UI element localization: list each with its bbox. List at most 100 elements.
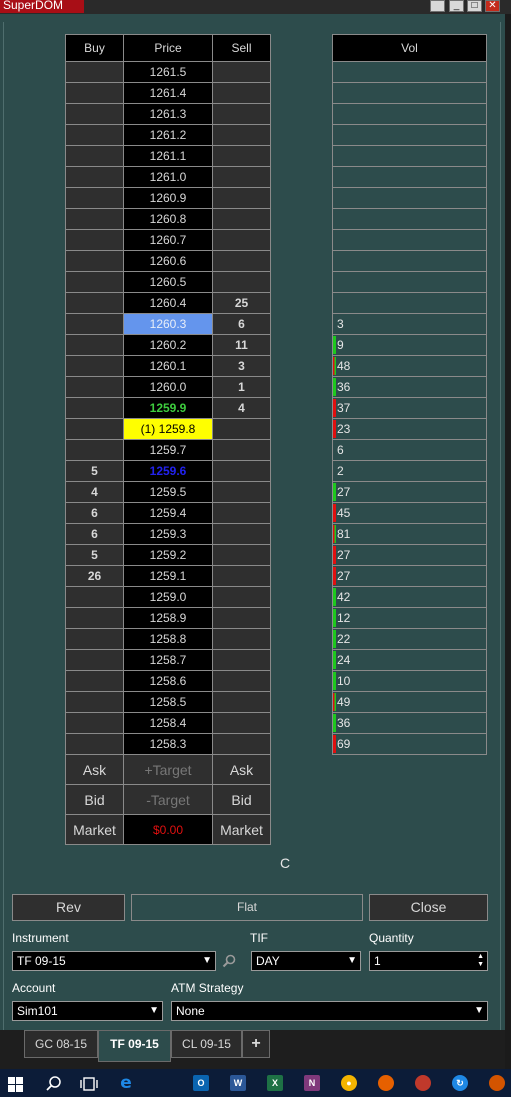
sell-cell[interactable]: [212, 733, 271, 755]
chrome-icon[interactable]: ●: [341, 1075, 357, 1091]
buy-cell[interactable]: [65, 334, 124, 356]
buy-cell[interactable]: 5: [65, 460, 124, 482]
sell-cell[interactable]: [212, 523, 271, 545]
tab-cl-09-15[interactable]: CL 09-15: [171, 1030, 242, 1058]
search-icon[interactable]: [222, 954, 236, 968]
sell-cell[interactable]: [212, 145, 271, 167]
buy-ask-button[interactable]: Ask: [65, 754, 124, 785]
edge-icon[interactable]: e: [118, 1075, 134, 1092]
sell-cell[interactable]: [212, 208, 271, 230]
buy-market-button[interactable]: Market: [65, 814, 124, 845]
buy-cell[interactable]: [65, 418, 124, 440]
sell-cell[interactable]: 4: [212, 397, 271, 419]
buy-cell[interactable]: [65, 586, 124, 608]
close-window-button[interactable]: ✕: [485, 0, 500, 12]
buy-bid-button[interactable]: Bid: [65, 784, 124, 815]
sell-cell[interactable]: [212, 103, 271, 125]
sell-cell[interactable]: [212, 565, 271, 587]
add-tab-button[interactable]: +: [242, 1030, 270, 1058]
instrument-select[interactable]: TF 09-15 ▼: [12, 951, 216, 971]
stepper-arrows-icon[interactable]: ▲ ▼: [477, 953, 484, 969]
sell-cell[interactable]: [212, 712, 271, 734]
sell-cell[interactable]: [212, 166, 271, 188]
search-icon[interactable]: [46, 1076, 62, 1092]
excel-icon[interactable]: X: [267, 1075, 283, 1091]
buy-cell[interactable]: [65, 124, 124, 146]
buy-cell[interactable]: [65, 733, 124, 755]
c-label[interactable]: C: [280, 855, 290, 871]
sell-cell[interactable]: [212, 691, 271, 713]
buy-cell[interactable]: [65, 208, 124, 230]
quantity-stepper[interactable]: 1 ▲ ▼: [369, 951, 488, 971]
maximize-button[interactable]: □: [467, 0, 482, 12]
buy-cell[interactable]: [65, 649, 124, 671]
sell-cell[interactable]: 25: [212, 292, 271, 314]
buy-cell[interactable]: [65, 145, 124, 167]
outlook-icon[interactable]: O: [193, 1075, 209, 1091]
sell-ask-button[interactable]: Ask: [212, 754, 271, 785]
buy-cell[interactable]: [65, 628, 124, 650]
sell-cell[interactable]: 3: [212, 355, 271, 377]
buy-cell[interactable]: [65, 376, 124, 398]
buy-cell[interactable]: [65, 187, 124, 209]
buy-cell[interactable]: 4: [65, 481, 124, 503]
buy-cell[interactable]: 6: [65, 523, 124, 545]
sell-cell[interactable]: [212, 187, 271, 209]
sell-cell[interactable]: [212, 124, 271, 146]
buy-cell[interactable]: [65, 355, 124, 377]
buy-cell[interactable]: [65, 271, 124, 293]
sell-cell[interactable]: [212, 82, 271, 104]
window-menu-button[interactable]: [430, 0, 445, 12]
word-icon[interactable]: W: [230, 1075, 246, 1091]
sell-cell[interactable]: [212, 649, 271, 671]
sell-cell[interactable]: [212, 250, 271, 272]
account-select[interactable]: Sim101 ▼: [12, 1001, 163, 1021]
buy-cell[interactable]: [65, 691, 124, 713]
windows-start-icon[interactable]: [8, 1077, 23, 1092]
buy-cell[interactable]: 26: [65, 565, 124, 587]
app-refresh-icon[interactable]: ↻: [452, 1075, 468, 1091]
buy-cell[interactable]: [65, 712, 124, 734]
tab-tf-09-15[interactable]: TF 09-15: [98, 1030, 171, 1062]
buy-cell[interactable]: [65, 229, 124, 251]
tif-select[interactable]: DAY ▼: [251, 951, 361, 971]
sell-cell[interactable]: 6: [212, 313, 271, 335]
buy-cell[interactable]: 5: [65, 544, 124, 566]
sell-cell[interactable]: [212, 502, 271, 524]
app-tray-icon[interactable]: [489, 1075, 505, 1091]
plus-target-button[interactable]: +Target: [123, 754, 213, 785]
buy-cell[interactable]: [65, 103, 124, 125]
sell-cell[interactable]: [212, 481, 271, 503]
buy-cell[interactable]: [65, 439, 124, 461]
buy-cell[interactable]: 6: [65, 502, 124, 524]
sell-cell[interactable]: [212, 439, 271, 461]
sell-cell[interactable]: [212, 418, 271, 440]
minus-target-button[interactable]: -Target: [123, 784, 213, 815]
sell-cell[interactable]: [212, 586, 271, 608]
sell-bid-button[interactable]: Bid: [212, 784, 271, 815]
sell-cell[interactable]: [212, 607, 271, 629]
app-icon[interactable]: [415, 1075, 431, 1091]
atm-strategy-select[interactable]: None ▼: [171, 1001, 488, 1021]
tab-gc-08-15[interactable]: GC 08-15: [24, 1030, 98, 1058]
sell-cell[interactable]: 1: [212, 376, 271, 398]
onenote-icon[interactable]: N: [304, 1075, 320, 1091]
task-view-icon[interactable]: [80, 1076, 98, 1092]
sell-cell[interactable]: [212, 670, 271, 692]
sell-cell[interactable]: [212, 229, 271, 251]
buy-cell[interactable]: [65, 82, 124, 104]
sell-cell[interactable]: [212, 271, 271, 293]
rev-button[interactable]: Rev: [12, 894, 125, 921]
buy-cell[interactable]: [65, 670, 124, 692]
firefox-icon[interactable]: [378, 1075, 394, 1091]
buy-cell[interactable]: [65, 292, 124, 314]
sell-cell[interactable]: [212, 61, 271, 83]
sell-cell[interactable]: [212, 544, 271, 566]
buy-cell[interactable]: [65, 607, 124, 629]
sell-market-button[interactable]: Market: [212, 814, 271, 845]
buy-cell[interactable]: [65, 313, 124, 335]
sell-cell[interactable]: 11: [212, 334, 271, 356]
buy-cell[interactable]: [65, 397, 124, 419]
buy-cell[interactable]: [65, 61, 124, 83]
buy-cell[interactable]: [65, 166, 124, 188]
